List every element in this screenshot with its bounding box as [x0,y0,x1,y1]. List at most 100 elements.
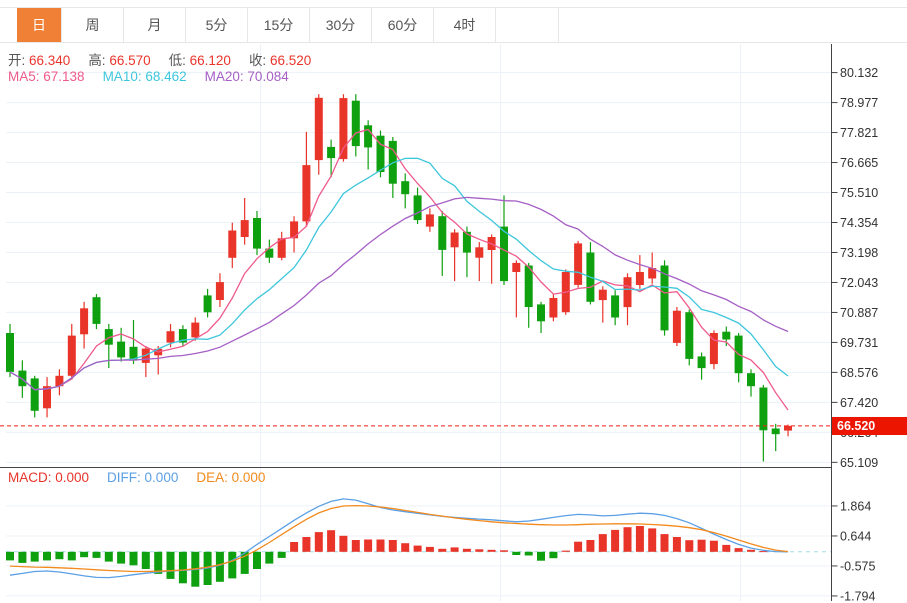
ma20-line [10,197,788,389]
macd-hist-bar [80,552,88,557]
y-axis-tick-label: 76.665 [840,156,878,170]
macd-hist-bar [710,541,718,552]
candle-body [747,373,755,386]
candle-body [31,378,39,410]
macd-hist-bar [253,552,261,569]
macd-hist-bar [759,551,767,552]
candle-body [475,247,483,257]
macd-values-bar: MACD: 0.000DIFF: 0.000DEA: 0.000 [8,470,283,485]
macd-hist-bar [179,552,187,584]
tab-60min[interactable]: 60分 [372,8,434,42]
candle-body [315,98,323,160]
candle-body [784,426,792,431]
candle-body [599,290,607,300]
macd-axis-tick-label: -0.575 [840,559,875,573]
candle-body [759,388,767,431]
ma-bar-ma20: MA20: 70.084 [205,69,289,84]
candle-body [673,311,681,343]
macd-hist-bar [426,547,434,552]
candle-body [253,218,261,249]
macd-hist-bar [278,552,286,558]
candle-body [549,298,557,318]
y-axis-tick-label: 72.043 [840,276,878,290]
macd-hist-bar [488,550,496,552]
candle-body [302,165,310,221]
quote-bar-high: 高: 66.570 [88,53,150,68]
macd-hist-bar [327,530,335,552]
macd-hist-bar [673,537,681,552]
quote-bar-low: 低: 66.120 [169,53,231,68]
macd-axis-tick-label: -1.794 [840,589,875,603]
macd-hist-bar [290,542,298,552]
macd-hist-bar [574,542,582,552]
candle-body [401,181,409,194]
macd-hist-bar [475,549,483,552]
chart-canvas[interactable]: 80.13278.97777.82176.66575.51074.35473.1… [0,0,907,603]
y-axis-tick-label: 70.887 [840,306,878,320]
y-axis-tick-label: 74.354 [840,216,878,230]
macd-hist-bar [43,552,51,561]
candle-body [698,356,706,368]
candle-body [685,312,693,359]
candle-body [93,297,101,324]
macd-hist-bar [611,530,619,552]
candle-body [364,125,372,147]
tab-daily[interactable]: 日 [17,8,62,42]
macd-axis-tick-label: 0.644 [840,529,871,543]
candle-body [426,214,434,226]
macd-hist-bar [167,552,175,579]
macd-hist-bar [500,550,508,552]
ma5-line [10,130,788,411]
candle-body [68,336,76,376]
macd-hist-bar [117,552,125,564]
macd-hist-bar [389,540,397,552]
candle-body [167,331,175,342]
current-price-label: 66.520 [832,417,907,435]
macd-hist-bar [31,552,39,562]
tab-weekly[interactable]: 周 [62,8,124,42]
candle-body [624,277,632,307]
macd-hist-bar [599,534,607,552]
macd-hist-bar [451,547,459,551]
macd-bar-macd: MACD: 0.000 [8,470,89,485]
macd-hist-bar [636,526,644,552]
candle-body [352,101,360,146]
macd-hist-bar [377,540,385,552]
macd-hist-bar [93,552,101,558]
candle-body [290,221,298,238]
macd-hist-bar [525,552,533,556]
y-axis-tick-label: 67.420 [840,396,878,410]
candle-body [438,216,446,250]
candle-body [636,272,644,285]
ma10-line [10,158,788,389]
quote-bar-close: 收: 66.520 [249,53,311,68]
tab-5min[interactable]: 5分 [186,8,248,42]
tab-15min[interactable]: 15分 [248,8,310,42]
macd-hist-bar [685,540,693,552]
candle-body [537,304,545,321]
macd-hist-bar [55,552,63,559]
macd-hist-bar [339,536,347,552]
candle-body [722,332,730,340]
candle-body [339,98,347,159]
tab-monthly[interactable]: 月 [124,8,186,42]
macd-hist-bar [747,550,755,552]
tab-4hour[interactable]: 4时 [434,8,496,42]
tab-30min[interactable]: 30分 [310,8,372,42]
quote-bar: 开: 66.340高: 66.570低: 66.120收: 66.520 [8,49,329,69]
y-axis-tick-label: 80.132 [840,66,878,80]
macd-axis-tick-label: 1.864 [840,499,871,513]
candle-body [80,308,88,334]
candle-body [414,195,422,220]
macd-hist-bar [661,534,669,552]
candle-body [228,231,236,258]
macd-hist-bar [549,552,557,558]
candle-body [574,243,582,285]
candle-body [241,220,249,237]
tabbar-filler [496,8,559,42]
candle-body [216,282,224,300]
macd-hist-bar [414,546,422,552]
y-axis-tick-label: 65.109 [840,456,878,470]
macd-hist-bar [228,552,236,579]
macd-hist-bar [105,552,113,562]
